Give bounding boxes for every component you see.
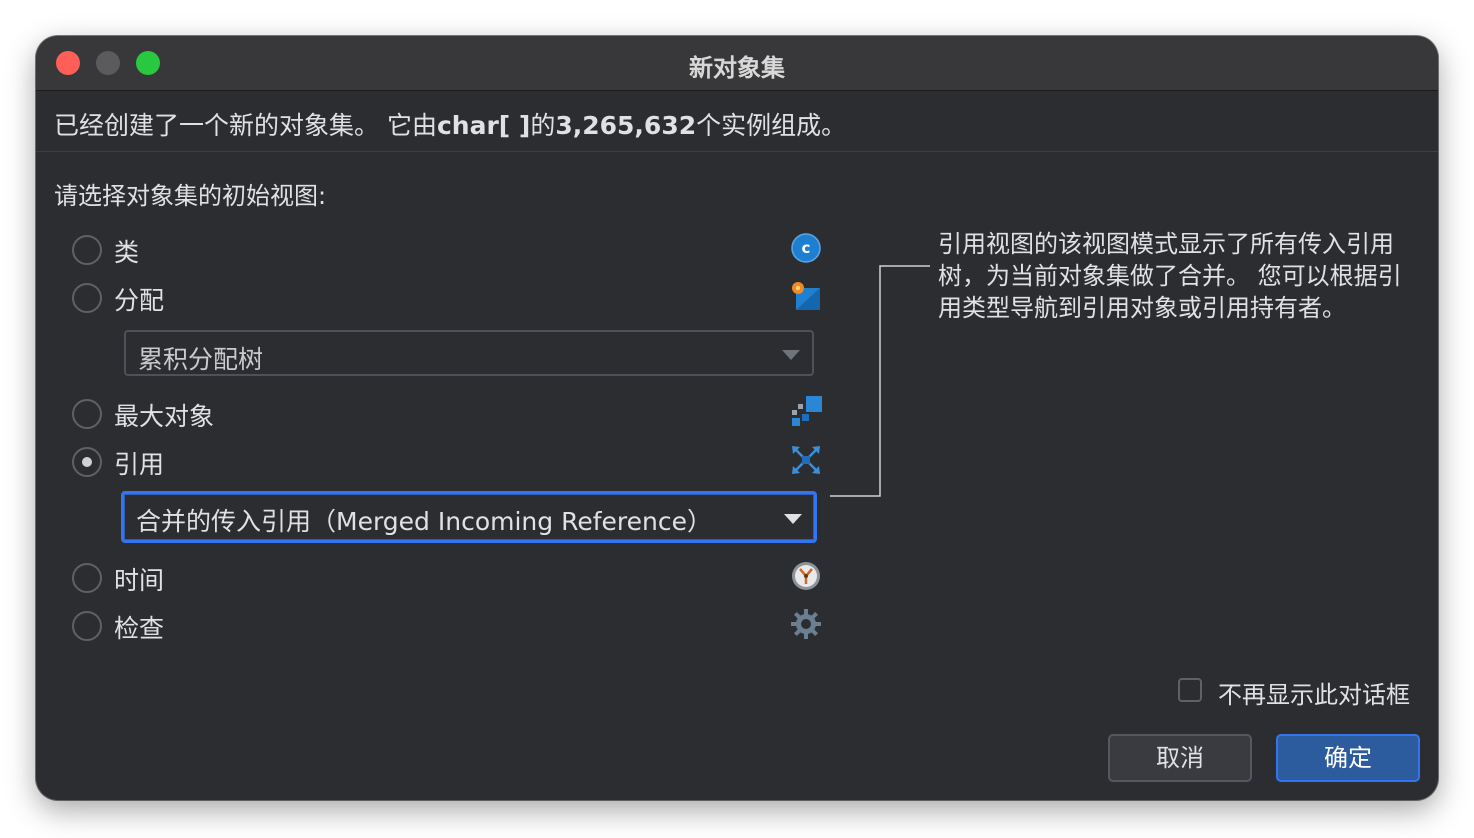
allocation-view-value: 累积分配树: [138, 345, 264, 374]
option-label-inspection: 检查: [114, 614, 165, 643]
svg-text:c: c: [802, 239, 811, 257]
reference-view-select[interactable]: 合并的传入引用（Merged Incoming Reference）: [121, 491, 817, 543]
window-title: 新对象集: [689, 54, 785, 82]
chevron-down-icon: [784, 514, 802, 524]
allocation-icon: [792, 282, 820, 310]
description-connector: [830, 265, 930, 497]
prompt-label: 请选择对象集的初始视图:: [54, 182, 327, 210]
option-allocations[interactable]: 分配: [72, 283, 832, 317]
references-icon: [792, 446, 820, 474]
dont-show-again-row[interactable]: 不再显示此对话框: [1178, 676, 1438, 709]
option-label-references: 引用: [114, 450, 165, 479]
option-inspection[interactable]: 检查: [72, 611, 832, 645]
class-icon: c: [791, 233, 821, 263]
radio-references[interactable]: [72, 447, 102, 477]
allocation-view-select[interactable]: 累积分配树: [124, 330, 814, 376]
ok-button[interactable]: 确定: [1276, 734, 1420, 782]
option-label-classes: 类: [114, 238, 140, 267]
radio-inspection[interactable]: [72, 611, 102, 641]
info-count: 3,265,632: [555, 111, 697, 140]
option-label-biggest-objects: 最大对象: [114, 402, 215, 431]
option-label-time: 时间: [114, 566, 165, 595]
info-suffix: 个实例组成。: [696, 111, 847, 140]
reference-view-value: 合并的传入引用（Merged Incoming Reference）: [136, 507, 712, 536]
radio-classes[interactable]: [72, 235, 102, 265]
new-object-set-dialog: 新对象集 已经创建了一个新的对象集。 它由char[ ]的3,265,632个实…: [36, 36, 1438, 800]
cancel-button[interactable]: 取消: [1108, 734, 1252, 782]
info-bar: 已经创建了一个新的对象集。 它由char[ ]的3,265,632个实例组成。: [36, 91, 1438, 152]
info-middle: 的: [530, 111, 556, 140]
info-message: 已经创建了一个新的对象集。 它由char[ ]的3,265,632个实例组成。: [54, 106, 846, 142]
view-description: 引用视图的该视图模式显示了所有传入引用树，为当前对象集做了合并。 您可以根据引用…: [938, 230, 1402, 322]
radio-time[interactable]: [72, 563, 102, 593]
option-label-allocations: 分配: [114, 286, 165, 315]
option-classes[interactable]: 类: [72, 235, 832, 269]
info-type: char[ ]: [436, 111, 531, 140]
option-time[interactable]: 时间: [72, 563, 832, 597]
option-biggest-objects[interactable]: 最大对象: [72, 399, 832, 433]
radio-biggest-objects[interactable]: [72, 399, 102, 429]
biggest-objects-icon: [792, 396, 822, 426]
radio-allocations[interactable]: [72, 283, 102, 313]
dont-show-again-checkbox[interactable]: [1178, 678, 1202, 702]
time-icon: [792, 562, 820, 590]
title-bar: 新对象集: [36, 36, 1438, 91]
chevron-down-icon: [782, 350, 800, 360]
info-prefix: 已经创建了一个新的对象集。 它由: [54, 111, 437, 140]
option-references[interactable]: 引用: [72, 447, 832, 481]
inspection-gear-icon: [791, 609, 821, 639]
dont-show-again-label: 不再显示此对话框: [1218, 681, 1410, 709]
